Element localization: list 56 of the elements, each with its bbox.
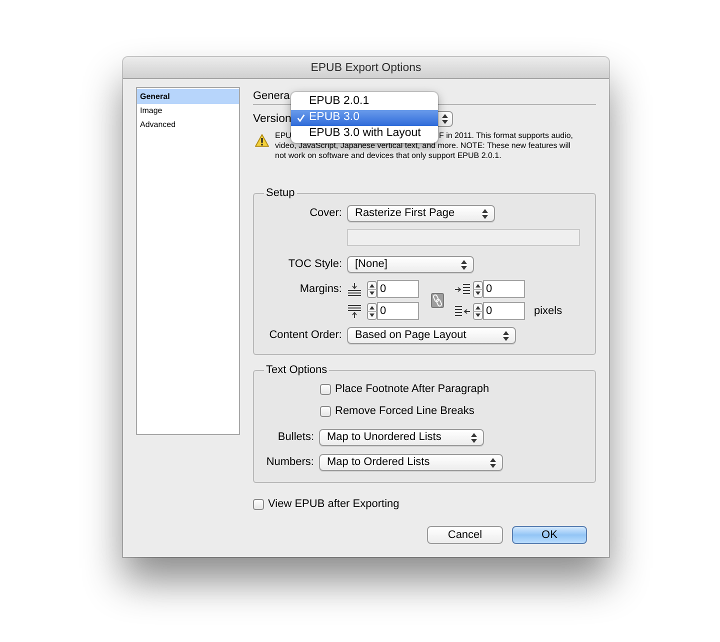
group-title: Text Options — [265, 364, 328, 377]
up-down-arrows-icon — [490, 458, 496, 468]
up-down-arrows-icon — [482, 208, 488, 218]
checkbox[interactable] — [320, 384, 331, 394]
unit-label: pixels — [534, 304, 562, 319]
checkbox-label: Place Footnote After Paragraph — [335, 382, 490, 396]
warning-icon — [255, 134, 269, 147]
menu-item[interactable]: EPUB 3.0 with Layout — [291, 126, 438, 142]
check-icon — [297, 114, 305, 122]
lines-arrow-left-icon — [455, 306, 470, 316]
notice-text: F in 2011. This format supports audio, — [439, 131, 573, 140]
stepper-icon[interactable] — [473, 280, 483, 298]
checkbox[interactable] — [320, 406, 331, 416]
notice-text: video, JavaScript, Japanese vertical text, and more. NOTE: These new features will — [275, 141, 571, 150]
numbers-select[interactable]: Map to Ordered Lists — [319, 454, 503, 471]
arrow-down-to-lines-icon — [348, 282, 361, 296]
arrow-right-to-lines-icon — [455, 284, 470, 294]
margin-field[interactable]: 0 — [377, 280, 419, 298]
sidebar-item[interactable]: Image — [137, 104, 239, 118]
margin-field[interactable]: 0 — [483, 280, 525, 298]
version-select[interactable] — [438, 111, 453, 127]
toc-style-select[interactable]: [None] — [347, 256, 474, 273]
checkbox-label: Remove Forced Line Breaks — [335, 404, 474, 418]
content-order-select[interactable]: Based on Page Layout — [347, 327, 516, 344]
field-label: Version — [253, 112, 292, 126]
up-down-arrows-icon — [461, 260, 467, 270]
cover-select[interactable]: Rasterize First Page — [347, 205, 495, 222]
bullets-select[interactable]: Map to Unordered Lists — [319, 429, 484, 446]
field-label: Bullets: — [278, 430, 314, 445]
sidebar-item[interactable]: Advanced — [137, 118, 239, 132]
margin-field[interactable]: 0 — [377, 302, 419, 320]
window-title: EPUB Export Options — [310, 60, 422, 74]
field-label: TOC Style: — [288, 257, 342, 272]
margin-field[interactable]: 0 — [483, 302, 525, 320]
notice-text: EPU — [275, 131, 292, 140]
field-label: Numbers: — [266, 455, 314, 470]
field-label: Content Order: — [269, 328, 342, 343]
chain-link-icon[interactable] — [431, 292, 444, 308]
dialog-button[interactable]: Cancel — [427, 526, 503, 544]
checkbox-label: View EPUB after Exporting — [268, 497, 400, 511]
field-label: Margins: — [300, 282, 342, 296]
stepper-icon[interactable] — [473, 302, 483, 320]
up-down-arrows-icon — [442, 114, 448, 124]
sidebar-item[interactable]: General — [137, 89, 239, 104]
checkbox[interactable] — [253, 498, 264, 510]
up-down-arrows-icon — [503, 330, 509, 340]
arrow-up-to-lines-icon — [348, 304, 361, 318]
group-title: Setup — [265, 187, 296, 200]
notice-text: not work on software and devices that only support EPUB 2.0.1. — [275, 151, 502, 160]
stepper-icon[interactable] — [367, 280, 377, 298]
menu-item[interactable]: EPUB 2.0.1 — [291, 94, 438, 110]
dialog-button[interactable]: OK — [512, 526, 587, 544]
stepper-icon[interactable] — [367, 302, 377, 320]
up-down-arrows-icon — [471, 432, 477, 442]
field-label: Cover: — [310, 206, 342, 221]
section-heading: Genera — [253, 88, 290, 102]
